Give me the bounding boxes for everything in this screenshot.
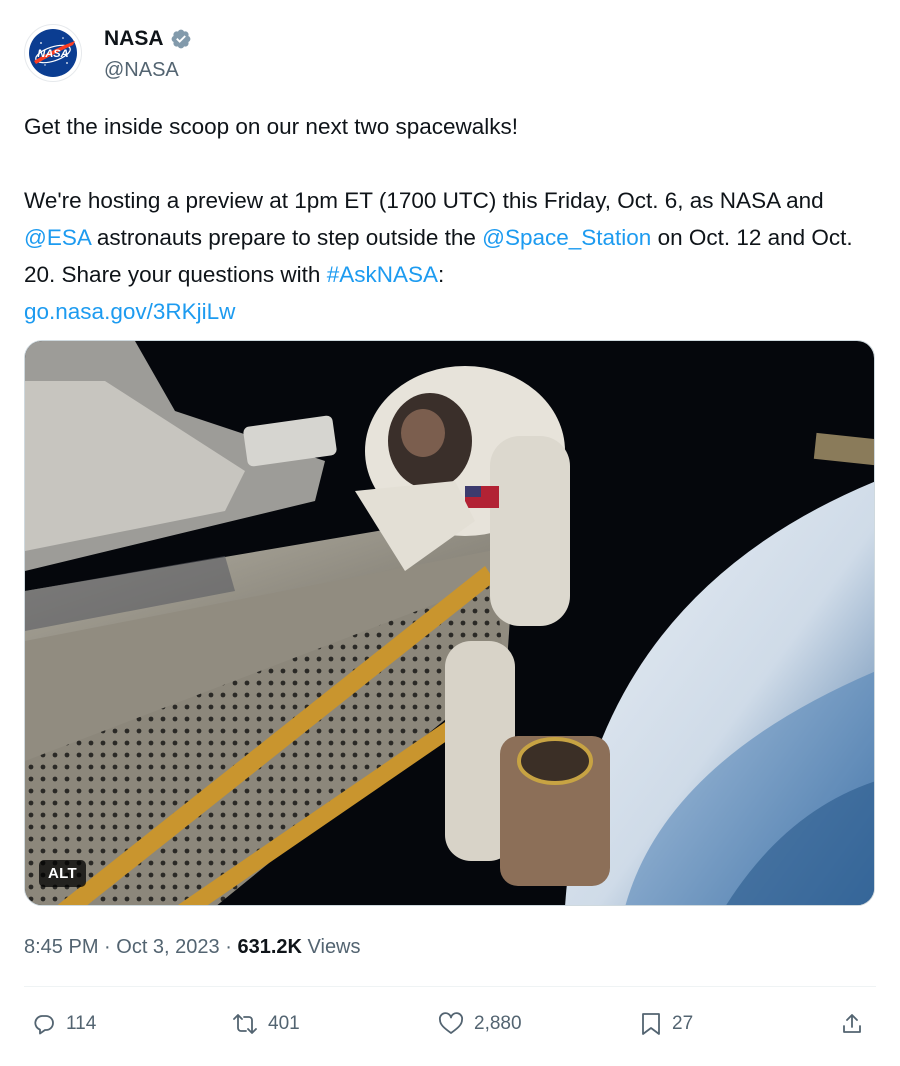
avatar[interactable]: NASA bbox=[24, 24, 82, 82]
separator-dot: · bbox=[225, 936, 238, 958]
short-url-link[interactable]: go.nasa.gov/3RKjiLw bbox=[24, 293, 880, 330]
tweet-actions: 114 401 2,880 27 bbox=[24, 1004, 876, 1044]
bookmark-icon bbox=[642, 1013, 660, 1035]
tweet-paragraph-2: We're hosting a preview at 1pm ET (1700 … bbox=[24, 182, 880, 293]
reply-button[interactable]: 114 bbox=[32, 1004, 96, 1044]
svg-text:NASA: NASA bbox=[37, 48, 68, 60]
divider bbox=[24, 986, 876, 987]
like-count: 2,880 bbox=[474, 1013, 522, 1034]
tweet-date[interactable]: Oct 3, 2023 bbox=[116, 936, 219, 958]
tweet-text-segment: astronauts prepare to step outside the bbox=[90, 225, 483, 250]
separator-dot: · bbox=[104, 936, 117, 958]
tweet-text-segment: We're hosting a preview at 1pm ET (1700 … bbox=[24, 188, 824, 213]
reply-icon bbox=[34, 1015, 54, 1035]
tweet-text: Get the inside scoop on our next two spa… bbox=[24, 108, 880, 330]
mention-space-station-link[interactable]: @Space_Station bbox=[482, 225, 651, 250]
bookmark-count: 27 bbox=[672, 1013, 694, 1034]
bookmark-button[interactable]: 27 bbox=[640, 1004, 693, 1044]
verified-badge-icon bbox=[171, 29, 190, 49]
tweet-text-segment: : bbox=[437, 262, 445, 287]
views-label: Views bbox=[307, 936, 361, 958]
share-button[interactable] bbox=[840, 1004, 864, 1044]
alt-text-badge[interactable]: ALT bbox=[39, 860, 86, 887]
repost-icon bbox=[233, 1014, 257, 1034]
like-button[interactable]: 2,880 bbox=[438, 1004, 522, 1044]
views-count: 631.2K bbox=[237, 936, 302, 958]
author-handle[interactable]: @NASA bbox=[104, 58, 179, 82]
hashtag-asknasa-link[interactable]: #AskNASA bbox=[327, 262, 438, 287]
share-icon bbox=[843, 1014, 861, 1033]
author-name[interactable]: NASA bbox=[104, 26, 164, 52]
reply-count: 114 bbox=[66, 1013, 97, 1034]
tweet-line-1: Get the inside scoop on our next two spa… bbox=[24, 114, 519, 139]
mention-esa-link[interactable]: @ESA bbox=[24, 225, 91, 250]
author-name-row[interactable]: NASA bbox=[104, 26, 192, 52]
spacewalk-photo bbox=[25, 341, 874, 905]
tweet-meta: 8:45 PM · Oct 3, 2023 · 631.2K Views bbox=[24, 934, 361, 960]
tweet-media-image[interactable]: ALT bbox=[24, 340, 875, 906]
repost-button[interactable]: 401 bbox=[232, 1004, 300, 1044]
nasa-logo-icon: NASA bbox=[29, 29, 77, 77]
repost-count: 401 bbox=[268, 1013, 300, 1034]
tweet-time[interactable]: 8:45 PM bbox=[24, 936, 98, 958]
heart-icon bbox=[439, 1012, 463, 1034]
